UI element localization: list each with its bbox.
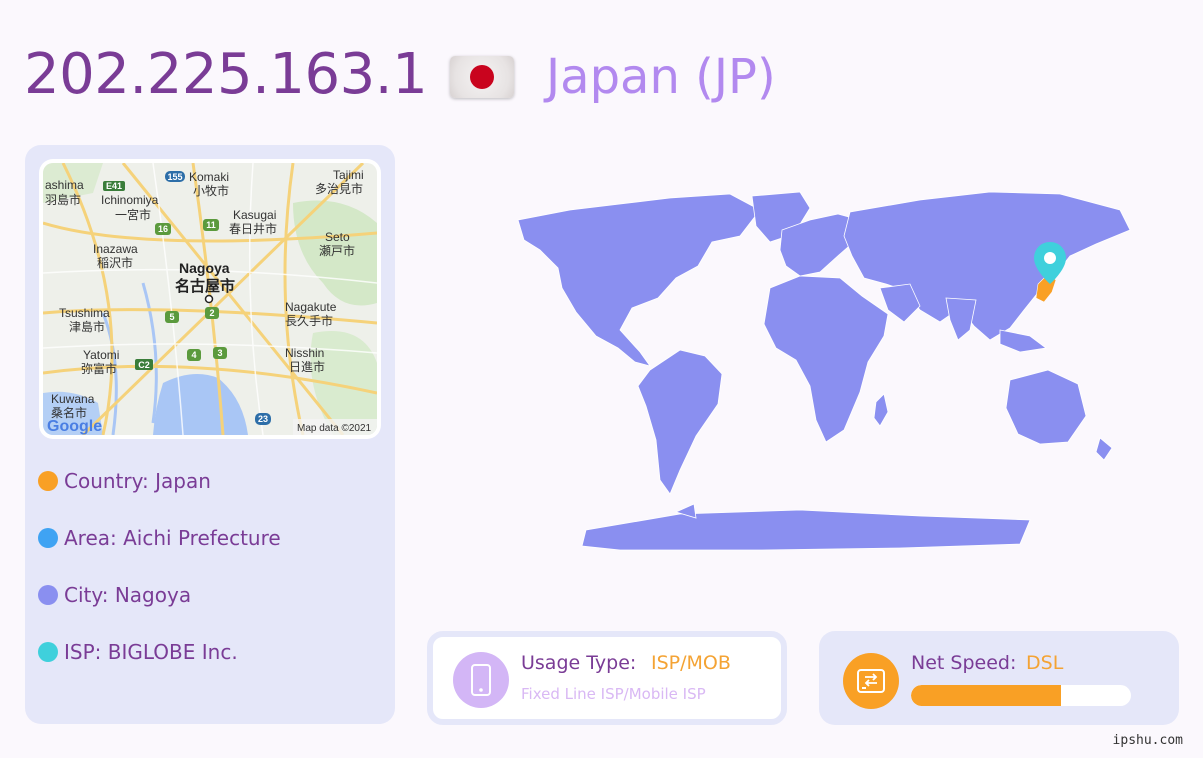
net-speed-bar <box>911 685 1131 706</box>
svg-text:4: 4 <box>191 350 196 360</box>
detail-country: Country: Japan <box>38 467 211 495</box>
detail-isp: ISP: BIGLOBE Inc. <box>38 638 238 666</box>
svg-text:16: 16 <box>158 224 168 234</box>
map-label-hashima-jp: 羽島市 <box>45 192 81 207</box>
usage-type-card: Usage Type: ISP/MOB Fixed Line ISP/Mobil… <box>427 631 787 725</box>
google-logo: Google <box>47 418 102 435</box>
map-label-tajimi-jp: 多治見市 <box>315 181 363 196</box>
ip-address-title: 202.225.163.1 <box>24 42 428 107</box>
map-label-komaki-jp: 小牧市 <box>193 183 229 198</box>
map-label-kasugai-jp: 春日井市 <box>229 221 277 236</box>
map-label-tsushima: Tsushima <box>59 306 110 320</box>
map-label-yatomi: Yatomi <box>83 348 119 362</box>
site-watermark: ipshu.com <box>1112 733 1183 748</box>
detail-area: Area: Aichi Prefecture <box>38 524 281 552</box>
nagoya-marker-icon <box>204 294 214 304</box>
detail-city-text: City: Nagoya <box>64 583 192 607</box>
south-america-shape <box>637 349 723 495</box>
map-label-inazawa: Inazawa <box>93 242 138 256</box>
north-america-shape <box>517 193 761 367</box>
map-label-tsushima-jp: 津島市 <box>69 319 105 334</box>
router-icon <box>843 653 899 709</box>
svg-text:155: 155 <box>167 172 182 182</box>
location-panel: ashima 羽島市 Ichinomiya 一宮市 Komaki 小牧市 Taj… <box>25 145 395 724</box>
map-label-kasugai: Kasugai <box>233 208 276 222</box>
detail-isp-text: ISP: BIGLOBE Inc. <box>64 640 238 664</box>
india-shape <box>945 297 977 341</box>
svg-text:E41: E41 <box>106 181 122 191</box>
usage-type-label: Usage Type: <box>521 652 637 674</box>
map-label-inazawa-jp: 稲沢市 <box>97 255 133 270</box>
usage-type-description: Fixed Line ISP/Mobile ISP <box>521 685 706 703</box>
net-speed-label: Net Speed: <box>911 652 1017 674</box>
svg-text:23: 23 <box>258 414 268 424</box>
australia-shape <box>1005 369 1087 445</box>
net-speed-card: Net Speed: DSL <box>819 631 1179 725</box>
detail-area-text: Area: Aichi Prefecture <box>64 526 281 550</box>
map-attribution: Map data ©2021 <box>297 423 372 434</box>
country-dot-icon <box>38 471 58 491</box>
svg-text:5: 5 <box>169 312 174 322</box>
map-label-nagakute: Nagakute <box>285 300 337 314</box>
svg-text:2: 2 <box>209 308 214 318</box>
map-label-seto: Seto <box>325 230 350 244</box>
usage-type-value: ISP/MOB <box>651 652 731 674</box>
map-label-nagoya-jp: 名古屋市 <box>175 277 235 295</box>
new-zealand-shape <box>1095 437 1113 461</box>
africa-shape <box>763 275 889 443</box>
map-label-nagoya: Nagoya <box>179 260 230 276</box>
detail-country-text: Country: Japan <box>64 469 211 493</box>
map-label-nisshin-jp: 日進市 <box>289 359 325 374</box>
map-label-ichinomiya-jp: 一宮市 <box>115 207 151 222</box>
map-label-nagakute-jp: 長久手市 <box>285 313 333 328</box>
map-label-seto-jp: 瀬戸市 <box>319 243 355 258</box>
local-map-image: ashima 羽島市 Ichinomiya 一宮市 Komaki 小牧市 Taj… <box>43 163 377 435</box>
map-label-yatomi-jp: 弥富市 <box>81 361 117 376</box>
japan-flag-icon <box>450 56 514 98</box>
map-label-nisshin: Nisshin <box>285 346 324 360</box>
map-label-ichinomiya: Ichinomiya <box>101 193 159 207</box>
world-map <box>517 191 1131 551</box>
net-speed-bar-fill <box>911 685 1061 706</box>
detail-city: City: Nagoya <box>38 581 191 609</box>
antarctica-shape <box>581 509 1031 551</box>
isp-dot-icon <box>38 642 58 662</box>
local-map[interactable]: ashima 羽島市 Ichinomiya 一宮市 Komaki 小牧市 Taj… <box>39 159 381 439</box>
city-dot-icon <box>38 585 58 605</box>
area-dot-icon <box>38 528 58 548</box>
svg-text:3: 3 <box>217 348 222 358</box>
map-label-hashima: ashima <box>45 178 84 192</box>
svg-text:C2: C2 <box>138 360 150 370</box>
map-label-tajimi: Tajimi <box>333 168 364 182</box>
madagascar-shape <box>873 393 889 427</box>
net-speed-value: DSL <box>1026 652 1064 674</box>
map-label-komaki: Komaki <box>189 170 229 184</box>
svg-text:11: 11 <box>206 220 216 230</box>
indonesia-shape <box>999 329 1048 353</box>
mobile-phone-icon <box>453 652 509 708</box>
country-title: Japan (JP) <box>546 49 776 105</box>
map-label-kuwana: Kuwana <box>51 392 95 406</box>
